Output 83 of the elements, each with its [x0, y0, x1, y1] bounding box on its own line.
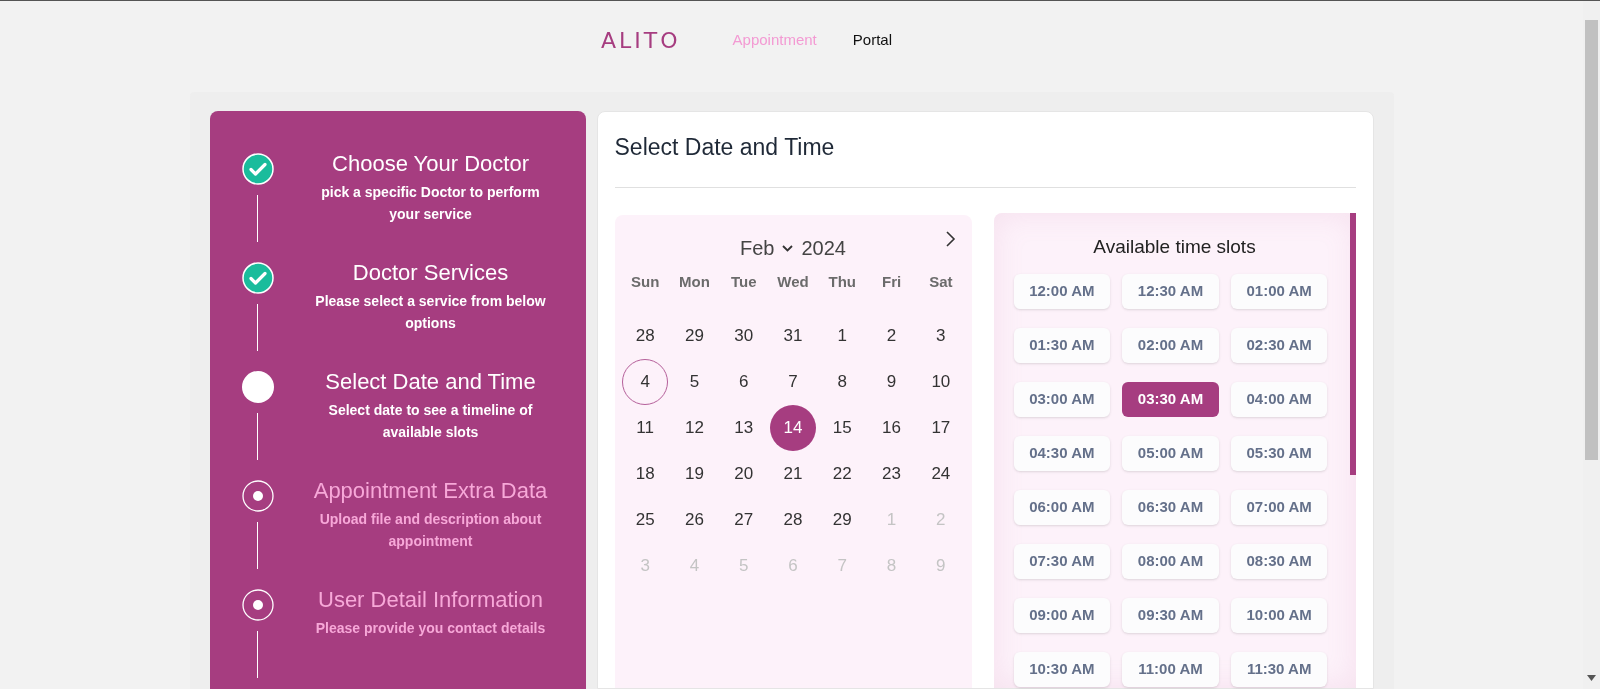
- calendar-day[interactable]: 15: [819, 405, 866, 451]
- time-slot[interactable]: 06:30 AM: [1122, 490, 1219, 525]
- calendar-day[interactable]: 17: [917, 405, 964, 451]
- calendar-day[interactable]: 28: [622, 313, 669, 359]
- step-description: Select date to see a timeline of available slots: [327, 401, 534, 442]
- calendar-day[interactable]: 31: [770, 313, 816, 359]
- calendar-day[interactable]: 29: [671, 313, 718, 359]
- time-slots-title: Available time slots: [1092, 234, 1257, 259]
- calendar-day[interactable]: 2: [868, 313, 915, 359]
- calendar-day[interactable]: 6: [720, 359, 767, 405]
- panel-title: Select Date and Time: [614, 133, 836, 162]
- calendar-day[interactable]: 21: [770, 451, 816, 497]
- time-slot[interactable]: 04:30 AM: [1013, 436, 1111, 471]
- chevron-down-icon: [782, 244, 794, 252]
- month-select[interactable]: Feb: [740, 233, 794, 263]
- time-slot[interactable]: 03:00 AM: [1013, 382, 1111, 417]
- calendar-day[interactable]: 22: [819, 451, 866, 497]
- time-slot[interactable]: 09:00 AM: [1013, 598, 1111, 633]
- step-title: Select Date and Time: [325, 369, 536, 395]
- nav-link[interactable]: Portal: [852, 28, 892, 52]
- weekday-label: Sat: [928, 271, 954, 292]
- year-label: 2024: [801, 236, 846, 261]
- calendar-day[interactable]: 28: [770, 497, 816, 543]
- weekday-label: Thu: [827, 271, 858, 292]
- time-slot[interactable]: 06:00 AM: [1013, 490, 1111, 525]
- time-slot[interactable]: 12:30 AM: [1122, 274, 1219, 309]
- calendar-day[interactable]: 20: [720, 451, 767, 497]
- calendar-day[interactable]: 25: [622, 497, 669, 543]
- calendar-day[interactable]: 26: [671, 497, 718, 543]
- calendar-day[interactable]: 7: [770, 359, 816, 405]
- step-title: User Detail Information: [318, 587, 543, 613]
- calendar-day[interactable]: 10: [917, 359, 964, 405]
- calendar-day[interactable]: 19: [671, 451, 718, 497]
- calendar-day[interactable]: 1: [819, 313, 866, 359]
- time-slot[interactable]: 05:30 AM: [1230, 436, 1328, 471]
- time-slot[interactable]: 07:30 AM: [1013, 544, 1111, 579]
- step-title: Doctor Services: [352, 260, 509, 286]
- time-slot[interactable]: 03:30 AM: [1122, 382, 1219, 417]
- weekday-label: Sun: [629, 271, 661, 292]
- weekday-label: Tue: [729, 271, 758, 292]
- calendar-day[interactable]: 16: [868, 405, 915, 451]
- time-slot[interactable]: 01:30 AM: [1013, 328, 1111, 363]
- calendar-day[interactable]: 29: [819, 497, 866, 543]
- scroll-down-icon[interactable]: [1587, 675, 1596, 681]
- time-slot[interactable]: 11:00 AM: [1122, 652, 1219, 687]
- time-slot[interactable]: 08:00 AM: [1122, 544, 1219, 579]
- calendar-day[interactable]: 3: [917, 313, 964, 359]
- step-description: Please provide you contact details: [314, 619, 547, 638]
- time-slot[interactable]: 07:00 AM: [1230, 490, 1328, 525]
- logo[interactable]: ALITO: [601, 23, 681, 57]
- calendar-day[interactable]: 11: [622, 405, 669, 451]
- calendar-day[interactable]: 14: [770, 405, 816, 451]
- step-description: Please select a service from below options: [314, 292, 547, 333]
- calendar-day[interactable]: 13: [720, 405, 767, 451]
- weekday-label: Mon: [678, 271, 711, 292]
- calendar-day[interactable]: 30: [720, 313, 767, 359]
- time-slot[interactable]: 11:30 AM: [1230, 652, 1328, 687]
- calendar-day[interactable]: 23: [868, 451, 915, 497]
- time-slot[interactable]: 01:00 AM: [1230, 274, 1328, 309]
- calendar-day[interactable]: 27: [720, 497, 767, 543]
- calendar-day[interactable]: 24: [917, 451, 964, 497]
- time-slot[interactable]: 10:30 AM: [1013, 652, 1111, 687]
- step-title: Appointment Extra Data: [313, 478, 548, 504]
- weekday-label: Fri: [880, 271, 903, 292]
- time-slot[interactable]: 02:00 AM: [1122, 328, 1219, 363]
- calendar-day[interactable]: 12: [671, 405, 718, 451]
- step-description: pick a specific Doctor to perform your service: [320, 183, 541, 224]
- calendar-day[interactable]: 5: [671, 359, 718, 405]
- time-slot[interactable]: 04:00 AM: [1230, 382, 1328, 417]
- step-description: Upload file and description about appointment: [318, 510, 543, 551]
- calendar-day[interactable]: 18: [622, 451, 669, 497]
- calendar-day[interactable]: 9: [868, 359, 915, 405]
- time-slot[interactable]: 02:30 AM: [1230, 328, 1328, 363]
- chevron-right-icon[interactable]: [945, 230, 956, 247]
- time-slot[interactable]: 08:30 AM: [1230, 544, 1328, 579]
- calendar-day[interactable]: 8: [819, 359, 866, 405]
- scrollbar-thumb[interactable]: [1349, 212, 1356, 475]
- weekday-label: Wed: [776, 271, 810, 292]
- time-slot[interactable]: 10:00 AM: [1230, 598, 1328, 633]
- time-slot[interactable]: 09:30 AM: [1122, 598, 1219, 633]
- time-slot[interactable]: 05:00 AM: [1122, 436, 1219, 471]
- time-slot[interactable]: 12:00 AM: [1013, 274, 1111, 309]
- step-title: Choose Your Doctor: [332, 151, 529, 177]
